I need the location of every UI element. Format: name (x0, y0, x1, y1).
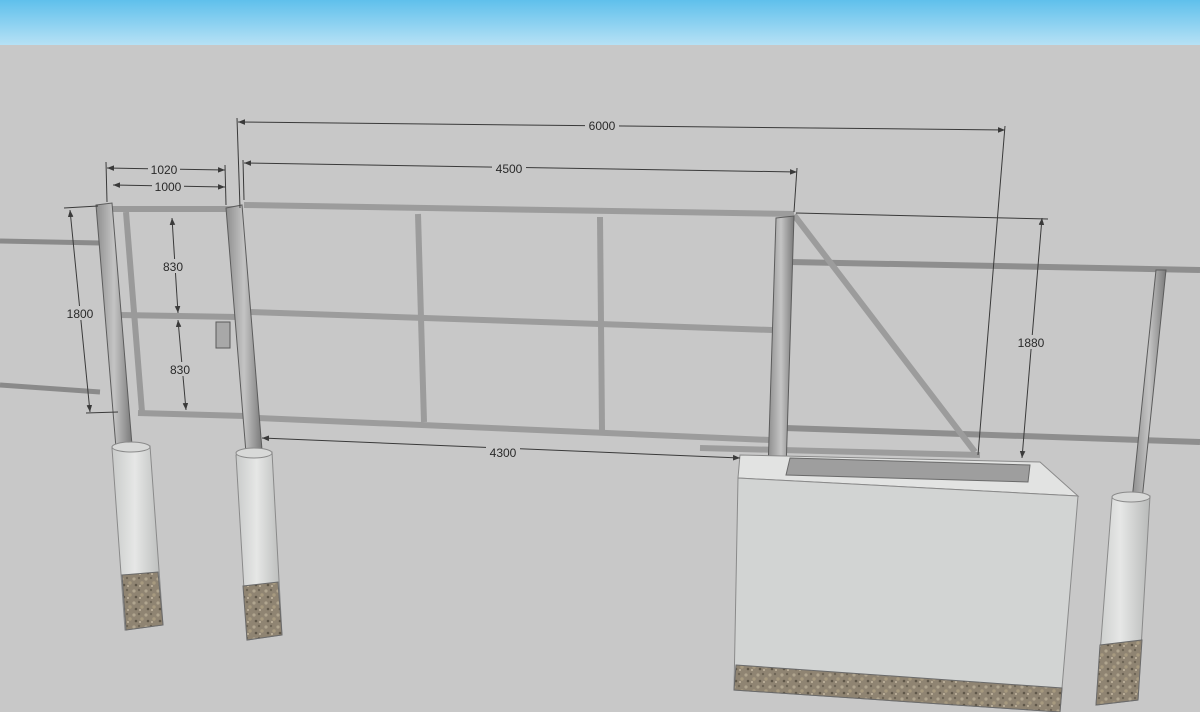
dim-gate-leaf-length: 4500 (496, 162, 523, 176)
dim-wicket-outer-width: 1020 (151, 163, 178, 177)
foundation-block (733, 454, 1080, 712)
dim-wicket-lower-height: 830 (170, 363, 190, 377)
sky-band (0, 0, 1200, 45)
dim-wicket-upper-height: 830 (163, 260, 183, 274)
dim-wicket-inner-width: 1000 (155, 180, 182, 194)
gate-drawing-canvas: 6000 4500 1020 1000 830 830 1800 4300 18… (0, 0, 1200, 712)
dim-overall-length: 6000 (589, 119, 616, 133)
dim-wicket-height: 1800 (67, 307, 94, 321)
dim-overall-height: 1880 (1018, 336, 1045, 350)
wicket-latch (215, 321, 231, 349)
dim-opening-width: 4300 (490, 446, 517, 460)
